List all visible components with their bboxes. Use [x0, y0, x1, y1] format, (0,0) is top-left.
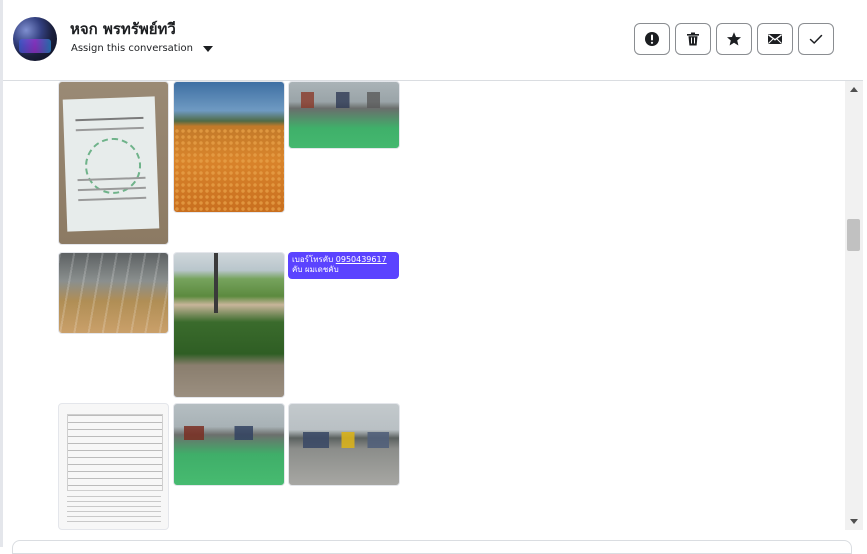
delete-button[interactable] [675, 23, 711, 55]
spam-button[interactable] [634, 23, 670, 55]
image-attachment-yard[interactable] [173, 252, 285, 398]
message-bubble: เบอร์โทรคับ 0950439617 คับ ผมเดชคับ [288, 252, 399, 279]
image-attachment-document[interactable] [58, 81, 169, 245]
message-text-after: คับ ผมเดชคับ [292, 265, 339, 274]
trash-icon [687, 32, 699, 46]
action-toolbar [634, 23, 834, 55]
star-button[interactable] [716, 23, 752, 55]
image-attachment-form[interactable] [58, 403, 169, 530]
avatar[interactable] [13, 17, 57, 61]
star-icon [727, 32, 741, 46]
mark-unread-button[interactable] [757, 23, 793, 55]
conversation-header: หจก พรทรัพย์ทวี Assign this conversation [3, 0, 863, 81]
image-attachment-corn-pile[interactable] [173, 81, 285, 213]
scroll-up-arrow-icon[interactable] [850, 87, 858, 92]
image-attachment-warehouse[interactable] [58, 252, 169, 334]
scrollbar[interactable] [845, 81, 863, 530]
envelope-icon [768, 34, 782, 44]
image-attachment-truck-lot-2[interactable] [173, 403, 285, 486]
image-attachment-truck-lot[interactable] [288, 81, 400, 149]
message-text-before: เบอร์โทรคับ [292, 255, 336, 264]
caret-down-icon [202, 45, 213, 52]
scroll-thumb[interactable] [847, 219, 860, 251]
image-attachment-truck-lot-3[interactable] [288, 403, 400, 486]
reply-composer[interactable] [12, 540, 852, 554]
assign-label: Assign this conversation [71, 43, 193, 54]
check-icon [809, 34, 823, 44]
message-thread: เบอร์โทรคับ 0950439617 คับ ผมเดชคับ [3, 81, 845, 530]
mark-done-button[interactable] [798, 23, 834, 55]
assign-conversation-dropdown[interactable]: Assign this conversation [71, 43, 213, 54]
alert-icon [645, 32, 659, 46]
document-paper [62, 96, 160, 232]
phone-link[interactable]: 0950439617 [336, 255, 387, 264]
scroll-down-arrow-icon[interactable] [850, 519, 858, 524]
contact-name: หจก พรทรัพย์ทวี [70, 20, 176, 38]
